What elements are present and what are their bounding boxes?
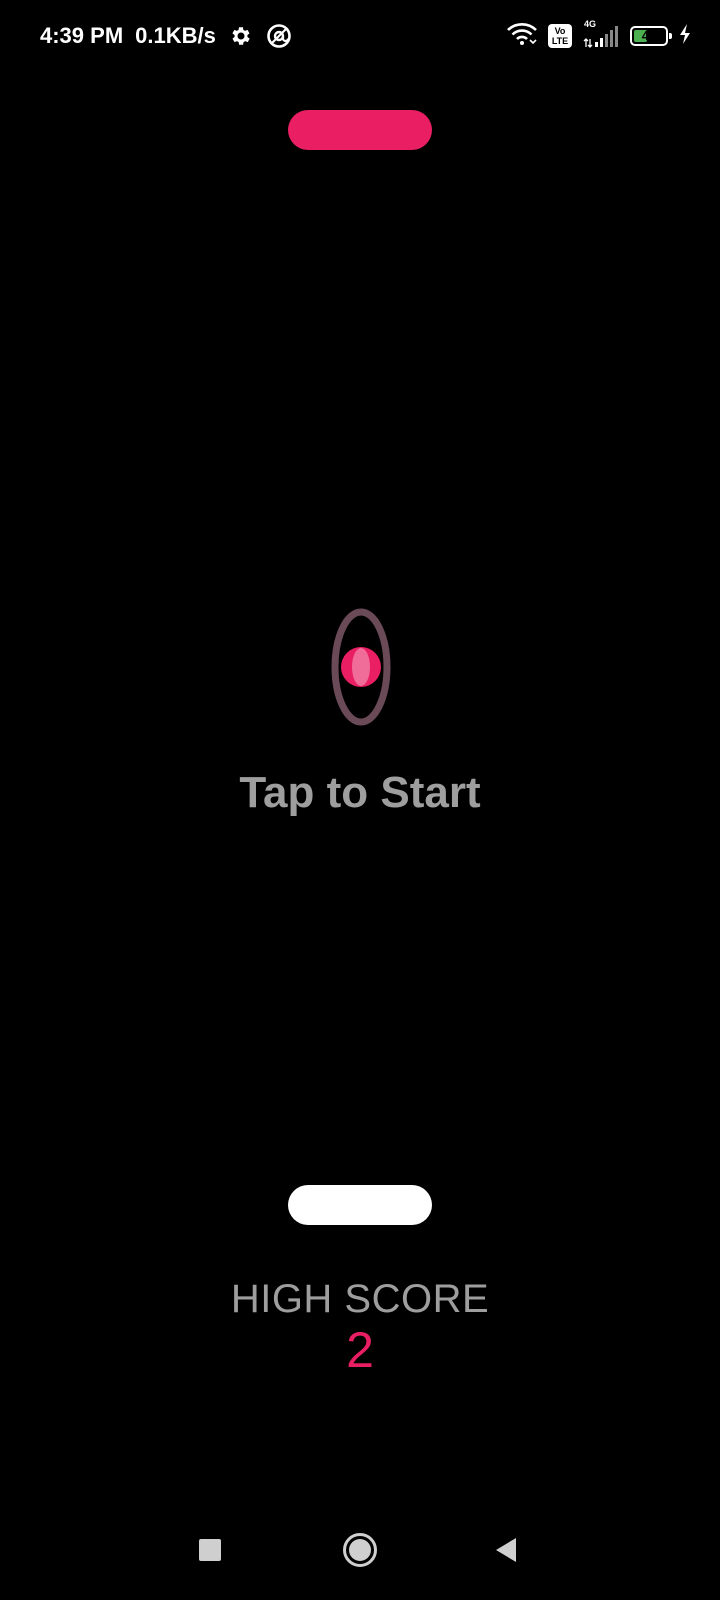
high-score-value: 2: [346, 1322, 374, 1378]
home-icon: [343, 1533, 377, 1567]
volte-top-label: Vo: [554, 26, 566, 36]
back-button[interactable]: [484, 1528, 528, 1572]
player-paddle[interactable]: [288, 1185, 432, 1225]
status-time: 4:39 PM: [40, 23, 124, 48]
top-paddle: [288, 110, 432, 150]
high-score-label: HIGH SCORE: [230, 1277, 490, 1321]
volte-icon: Vo LTE: [548, 24, 572, 48]
volte-bottom-label: LTE: [551, 36, 569, 46]
ball-highlight: [352, 648, 370, 686]
navigation-bar: [0, 1500, 720, 1600]
status-bar: 4:39 PM 0.1KB/s Vo LTE 4G 42: [0, 0, 720, 70]
recent-apps-icon: [199, 1539, 221, 1561]
recent-apps-button[interactable]: [188, 1528, 232, 1572]
home-button[interactable]: [338, 1528, 382, 1572]
vpn-at-icon: [266, 23, 292, 49]
wifi-icon: [506, 22, 538, 51]
gear-icon: [228, 23, 254, 49]
battery-icon: 42: [630, 26, 672, 46]
back-icon: [496, 1538, 516, 1562]
tap-to-start-text[interactable]: Tap to Start: [0, 768, 720, 818]
battery-level: 42: [641, 28, 657, 43]
ball[interactable]: [330, 606, 392, 728]
battery-nub: [669, 33, 672, 39]
network-speed: 0.1KB/s: [135, 23, 216, 48]
status-left: 4:39 PM 0.1KB/s: [40, 20, 292, 52]
charging-icon: [678, 23, 692, 50]
cell-signal-icon: 4G: [582, 19, 620, 49]
status-right: Vo LTE 4G 42: [506, 19, 692, 52]
